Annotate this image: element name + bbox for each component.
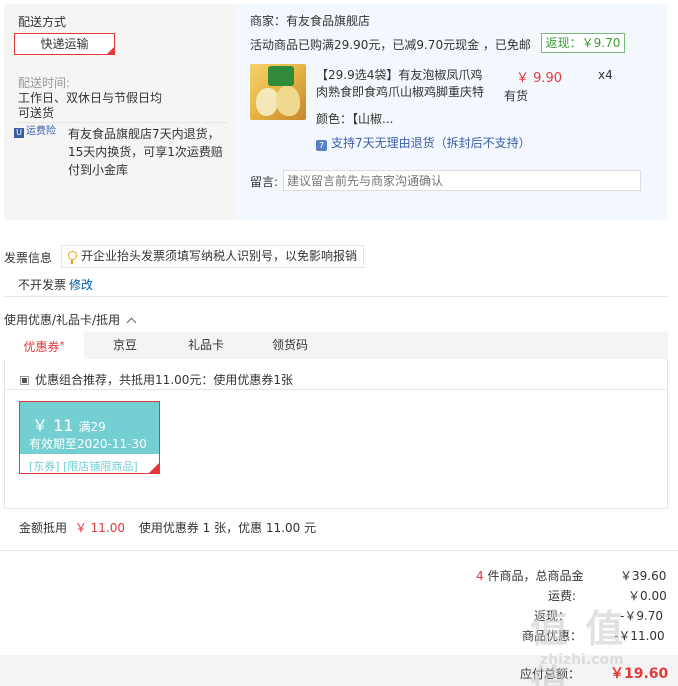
recommend-checkbox[interactable] [20,376,29,385]
lightbulb-icon [68,251,77,264]
product-title[interactable]: 【29.9选4袋】有友泡椒凤爪鸡 肉熟食即食鸡爪山椒鸡脚重庆特 [316,67,484,101]
freight-insurance-icon: U 运费险 [14,125,58,139]
deduct-summary: 金额抵用 ￥ 11.00 使用优惠券 1 张，优惠 11.00 元 [19,521,317,535]
recommend-option[interactable]: 优惠组合推荐，共抵用11.00元：使用优惠券1张 [20,371,293,388]
shipping-title: 配送方式 [18,15,67,29]
coupon-amount: ￥ 11 满29 [32,416,106,435]
goods-total: ￥39.60 [620,569,667,583]
insurance-description: 有友食品旗舰店7天内退货， 15天内换货，可享1次运费赔 付到小金库 [68,127,223,177]
tab-jingdou[interactable]: 京豆 [88,332,162,359]
divider [5,389,667,390]
coupon-expiry: 有效期至2020-11-30 [29,437,147,451]
stock-status: 有货 [504,89,529,103]
selected-corner-icon [106,46,115,55]
shipping-method-label: 快递运输 [40,37,89,51]
product-thumbnail[interactable] [250,64,306,120]
divider [14,122,228,123]
return-policy: 7 支持7天无理由退货（拆封后不支持） [316,134,531,151]
promo-text: 活动商品已购满29.90元，已减9.70元现金 ，已免邮 [250,38,531,52]
discount-section-toggle[interactable]: 使用优惠/礼品卡/抵用 [4,311,137,328]
divider [4,296,668,297]
chevron-up-icon [126,317,137,328]
coupon-card[interactable]: ￥ 11 满29 有效期至2020-11-30 [东券] [限店铺限商品] [19,401,160,474]
goods-count: 4 件商品，总商品金 [476,569,584,583]
coupon-face: ￥ 11 满29 有效期至2020-11-30 [20,402,159,454]
product-color: 颜色：【山椒... [316,112,394,126]
message-label: 留言: [250,175,279,189]
message-input[interactable] [283,170,641,191]
tab-coupons[interactable]: 优惠券* [4,332,84,359]
delivery-time-value-2: 可送货 [18,106,55,120]
coupon-tag: [东券] [限店铺限商品] [29,460,138,473]
tab-claim-code[interactable]: 领货码 [250,332,330,359]
watermark-url: zhizhi.com [540,652,624,668]
product-quantity: x4 [598,68,613,82]
invoice-status: 不开发票 [18,278,67,292]
invoice-edit-link[interactable]: 修改 [69,276,93,293]
shipping-method-button[interactable]: 快递运输 [14,33,115,55]
product-price: ￥ 9.90 [516,71,563,86]
cashback-badge: 返现：￥9.70 [541,33,625,53]
divider [0,550,678,551]
service-icon: 7 [316,140,327,151]
merchant-name: 商家：有友食品旗舰店 [250,14,371,28]
invoice-title: 发票信息 [4,251,53,265]
watermark-logo: 值 值 值 [530,607,626,686]
coupon-tabs: 优惠券* 京豆 礼品卡 领货码 [4,332,668,359]
tab-gift-card[interactable]: 礼品卡 [170,332,242,359]
coupon-selected-corner-icon [148,462,160,474]
invoice-tip: 开企业抬头发票须填写纳税人识别号，以免影响报销 [61,245,364,268]
